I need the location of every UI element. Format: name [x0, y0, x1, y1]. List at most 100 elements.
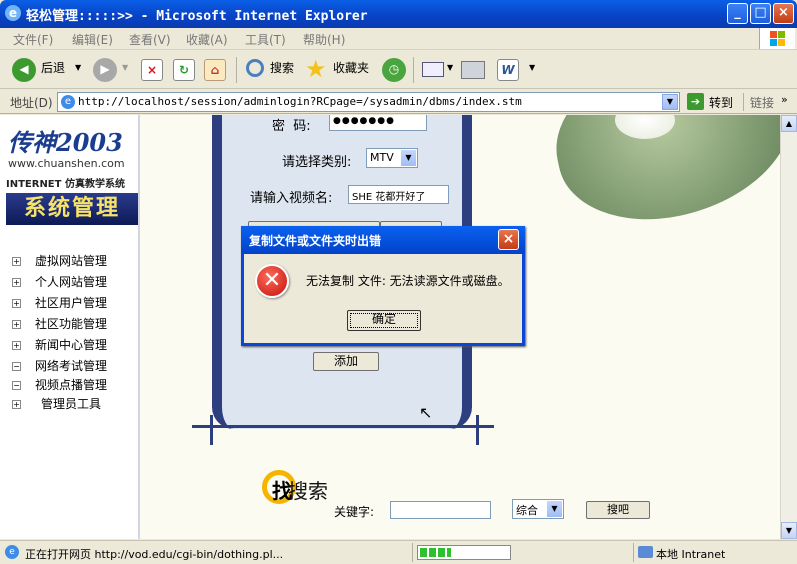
address-dropdown-icon[interactable]: ▼ [662, 94, 678, 110]
mail-dropdown-icon[interactable]: ▼ [447, 63, 453, 72]
links-label[interactable]: 链接 [750, 94, 774, 111]
dialog-close-button[interactable]: × [498, 229, 519, 250]
dialog-ok-button[interactable]: 确定 [347, 310, 421, 331]
menu-view[interactable]: 查看(V) [129, 31, 171, 48]
address-label: 地址(D) [10, 96, 53, 110]
toolbar: ◀ 后退 ▼ ▶ ▼ × ↻ ⌂ 搜索 ★ 收藏夹 ◷ ▼ W ▼ [0, 51, 797, 89]
menu-file[interactable]: 文件(F) [13, 31, 53, 48]
scroll-up-button[interactable]: ▲ [781, 115, 797, 132]
sidebar-item-online-exam[interactable]: − 网络考试管理 [12, 357, 107, 377]
search-type-select[interactable]: 综合 ▼ [512, 499, 564, 519]
menu-bar: 文件(F) 编辑(E) 查看(V) 收藏(A) 工具(T) 帮助(H) [0, 28, 797, 50]
search-title: 搜索 [288, 479, 328, 503]
forward-arrow-icon[interactable]: ▶ [93, 58, 117, 82]
menu-edit[interactable]: 编辑(E) [72, 31, 113, 48]
banner-system-admin: 系统管理 [6, 193, 138, 225]
menu-help[interactable]: 帮助(H) [303, 31, 345, 48]
dialog-title: 复制文件或文件夹时出错 [249, 234, 382, 248]
ie-icon: e [5, 5, 21, 21]
search-icon[interactable] [246, 59, 264, 77]
error-dialog: 复制文件或文件夹时出错 × ✕ 无法复制 文件: 无法读源文件或磁盘。 确定 [241, 226, 525, 346]
address-url: http://localhost/session/adminlogin?RCpa… [78, 95, 522, 108]
add-button[interactable]: 添加 [313, 352, 379, 371]
select-dropdown-icon[interactable]: ▼ [547, 501, 562, 517]
search-button[interactable]: 搜索 [270, 59, 294, 76]
zone-text: 本地 Intranet [656, 548, 726, 561]
refresh-icon[interactable]: ↻ [173, 59, 195, 81]
status-bar: e 正在打开网页 http://vod.edu/cgi-bin/dothing.… [0, 540, 797, 564]
favorites-star-icon[interactable]: ★ [305, 55, 327, 83]
address-input[interactable]: e http://localhost/session/adminlogin?RC… [57, 92, 680, 112]
title-bar: e 轻松管理:::::>> - Microsoft Internet Explo… [0, 0, 797, 28]
status-separator [412, 543, 413, 562]
sidebar-item-personal-sites[interactable]: + 个人网站管理 [12, 273, 107, 293]
category-select[interactable]: MTV ▼ [366, 148, 418, 168]
page-loading-icon: e [5, 545, 19, 559]
minimize-button[interactable]: _ [727, 3, 748, 24]
expand-icon[interactable]: + [12, 320, 21, 329]
sidebar-item-admin-tools[interactable]: + 管理员工具 [12, 395, 101, 415]
go-button[interactable]: 转到 [709, 94, 733, 111]
sidebar-item-label: 社区用户管理 [35, 296, 108, 310]
toolbar-separator [413, 57, 414, 83]
expand-icon[interactable]: + [12, 299, 21, 308]
toolbar-separator [236, 57, 237, 83]
sidebar-item-label: 个人网站管理 [35, 275, 108, 289]
scroll-down-button[interactable]: ▼ [781, 522, 797, 539]
form-frame-right-leg [476, 415, 479, 445]
video-name-input[interactable]: SHE 花都开好了 [348, 185, 449, 204]
window-title: 轻松管理:::::>> - Microsoft Internet Explore… [26, 9, 368, 24]
form-frame-base [192, 425, 494, 428]
select-dropdown-icon[interactable]: ▼ [401, 150, 416, 166]
close-button[interactable]: × [773, 3, 794, 24]
forward-dropdown-icon[interactable]: ▼ [122, 63, 128, 72]
sidebar-item-video-on-demand[interactable]: − 视频点播管理 [12, 376, 107, 396]
password-field[interactable]: ●●●●●●● [329, 115, 427, 131]
go-arrow-icon[interactable]: ➔ [687, 93, 704, 110]
vertical-scrollbar[interactable]: ▲ ▼ [780, 115, 797, 539]
menu-favorites[interactable]: 收藏(A) [186, 31, 228, 48]
sidebar-item-virtual-sites[interactable]: + 虚拟网站管理 [12, 252, 107, 272]
logo-brand: 传神2003 [8, 128, 123, 157]
expand-icon[interactable]: + [12, 257, 21, 266]
collapse-icon[interactable]: − [12, 362, 21, 371]
dialog-title-bar: 复制文件或文件夹时出错 × [241, 226, 525, 254]
links-chevron-icon[interactable]: » [781, 93, 788, 106]
maximize-button[interactable]: □ [750, 3, 771, 24]
expand-icon[interactable]: + [12, 341, 21, 350]
back-dropdown-icon[interactable]: ▼ [75, 63, 81, 72]
edit-dropdown-icon[interactable]: ▼ [529, 63, 535, 72]
error-icon: ✕ [255, 264, 289, 298]
back-arrow-icon[interactable]: ◀ [12, 58, 36, 82]
collapse-icon[interactable]: − [12, 381, 21, 390]
back-button[interactable]: 后退 [41, 59, 65, 76]
password-label: 密 码: [272, 119, 311, 134]
expand-icon[interactable]: + [12, 278, 21, 287]
page-icon: e [61, 95, 75, 109]
word-edit-icon[interactable]: W [497, 59, 519, 81]
sidebar-item-community-users[interactable]: + 社区用户管理 [12, 294, 107, 314]
status-text: 正在打开网页 http://vod.edu/cgi-bin/dothing.pl… [25, 548, 284, 561]
sidebar-item-label: 虚拟网站管理 [35, 254, 108, 268]
history-icon[interactable]: ◷ [382, 58, 406, 82]
logo-site: www.chuanshen.com [8, 157, 125, 170]
sidebar-item-community-features[interactable]: + 社区功能管理 [12, 315, 107, 335]
print-icon[interactable] [461, 61, 485, 79]
expand-icon[interactable]: + [12, 400, 21, 409]
sidebar-item-label: 社区功能管理 [35, 317, 108, 331]
site-logo: 传神2003 www.chuanshen.com INTERNET 仿真教学系统… [6, 123, 138, 225]
home-icon[interactable]: ⌂ [204, 59, 226, 81]
sidebar-item-label: 管理员工具 [41, 397, 102, 411]
sidebar-item-news-center[interactable]: + 新闻中心管理 [12, 336, 107, 356]
category-label: 请选择类别: [282, 155, 352, 170]
menu-tools[interactable]: 工具(T) [245, 31, 286, 48]
mail-icon[interactable] [422, 62, 444, 77]
sidebar-item-label: 新闻中心管理 [35, 338, 108, 352]
search-submit-button[interactable]: 搜吧 [586, 501, 650, 519]
stop-icon[interactable]: × [141, 59, 163, 81]
favorites-button[interactable]: 收藏夹 [333, 59, 369, 76]
progress-fill [420, 548, 451, 557]
video-name-label: 请输入视频名: [250, 191, 333, 206]
sidebar-item-label: 网络考试管理 [35, 359, 108, 373]
keyword-input[interactable] [390, 501, 491, 519]
